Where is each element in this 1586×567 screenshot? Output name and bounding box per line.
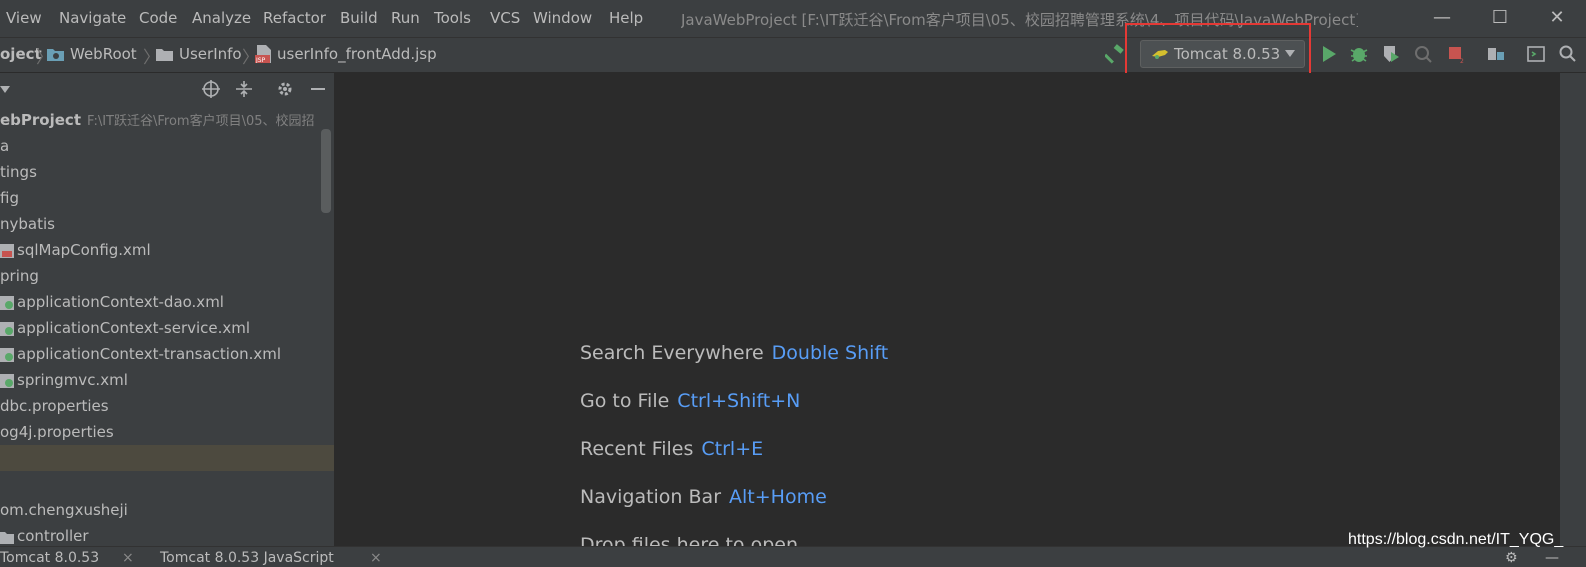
web-folder-icon [47, 49, 64, 61]
right-tool-strip [1560, 73, 1586, 548]
hide-panel-icon[interactable]: — [1545, 550, 1559, 566]
project-scrollbar[interactable] [321, 129, 331, 213]
tree-item[interactable]: pring [0, 263, 39, 289]
menu-analyze[interactable]: Analyze [192, 9, 251, 27]
gear-icon[interactable] [276, 80, 294, 98]
menu-help[interactable]: Help [609, 9, 643, 27]
run-icon[interactable] [1319, 44, 1339, 64]
hint-recent-files: Recent Files Ctrl+E [580, 438, 764, 460]
tab-tomcat-log[interactable]: Tomcat 8.0.53 [0, 550, 99, 566]
tab-tomcat-javascript[interactable]: Tomcat 8.0.53 JavaScript [160, 550, 334, 566]
debug-bug-icon[interactable] [1349, 44, 1369, 64]
tree-item-xml[interactable]: sqlMapConfig.xml [0, 237, 151, 263]
stop-icon[interactable]: 2 [1446, 44, 1466, 64]
menu-refactor[interactable]: Refactor [263, 9, 326, 27]
project-structure-icon[interactable] [1486, 44, 1506, 64]
hide-panel-icon[interactable] [309, 80, 327, 98]
tree-root-project[interactable]: ebProject F:\IT跃迁谷\From客户项目\05、校园招 [0, 107, 315, 133]
spring-xml-icon [0, 347, 14, 362]
tree-item-xml[interactable]: applicationContext-dao.xml [0, 289, 224, 315]
editor-area[interactable]: Search Everywhere Double Shift Go to File… [335, 73, 1560, 556]
folder-icon [0, 531, 14, 544]
watermark-text: https://blog.csdn.net/IT_YQG_ [1348, 531, 1564, 548]
breadcrumb-userinfo[interactable]: UserInfo [179, 45, 242, 63]
tree-item-xml[interactable]: springmvc.xml [0, 367, 128, 393]
menu-vcs[interactable]: VCS [490, 9, 520, 27]
hint-search-everywhere: Search Everywhere Double Shift [580, 342, 889, 364]
tree-item[interactable]: fig [0, 185, 19, 211]
hint-navigation-bar: Navigation Bar Alt+Home [580, 486, 827, 508]
shortcut: Double Shift [771, 342, 889, 364]
close-icon[interactable]: ✕ [1543, 6, 1571, 30]
spring-xml-icon [0, 373, 14, 388]
bottom-tool-tabs: Tomcat 8.0.53 × Tomcat 8.0.53 JavaScript… [0, 546, 1586, 567]
menu-run[interactable]: Run [391, 9, 420, 27]
shortcut: Ctrl+E [701, 438, 764, 460]
maximize-icon[interactable]: ☐ [1486, 6, 1514, 30]
hint-go-to-file: Go to File Ctrl+Shift+N [580, 390, 801, 412]
svg-text:JSP: JSP [255, 57, 266, 63]
folder-icon [156, 49, 173, 61]
menu-view[interactable]: View [6, 9, 42, 27]
locate-file-icon[interactable] [202, 80, 220, 98]
tree-item[interactable]: a [0, 133, 9, 159]
menu-navigate[interactable]: Navigate [59, 9, 126, 27]
shortcut: Alt+Home [729, 486, 827, 508]
menu-code[interactable]: Code [139, 9, 177, 27]
tab-close-icon[interactable]: × [370, 550, 382, 566]
project-tool-window: ebProject F:\IT跃迁谷\From客户项目\05、校园招 a ting… [0, 73, 335, 548]
run-with-coverage-icon[interactable] [1381, 44, 1401, 64]
breadcrumb-webroot[interactable]: WebRoot [70, 45, 137, 63]
project-panel-header [0, 73, 334, 105]
menu-tools[interactable]: Tools [434, 9, 471, 27]
collapse-all-icon[interactable] [235, 80, 253, 98]
menu-window[interactable]: Window [533, 9, 592, 27]
menu-build[interactable]: Build [340, 9, 378, 27]
tree-item[interactable]: dbc.properties [0, 393, 109, 419]
shortcut: Ctrl+Shift+N [677, 390, 801, 412]
spring-xml-icon [0, 321, 14, 336]
search-icon[interactable] [1558, 44, 1578, 64]
selected-tree-row[interactable] [0, 445, 334, 471]
tree-root-path: F:\IT跃迁谷\From客户项目\05、校园招 [86, 114, 315, 129]
gear-icon[interactable]: ⚙ [1505, 550, 1518, 566]
tab-close-icon[interactable]: × [122, 550, 134, 566]
tree-item[interactable]: nybatis [0, 211, 55, 237]
build-hammer-icon[interactable] [1105, 44, 1125, 64]
spring-xml-icon [0, 295, 14, 310]
tree-item-xml[interactable]: applicationContext-service.xml [0, 315, 250, 341]
jsp-file-icon: JSP [255, 45, 271, 63]
tree-item-folder[interactable]: controller [0, 523, 89, 548]
menu-bar: View Navigate Code Analyze Refactor Buil… [0, 0, 1586, 38]
terminal-icon[interactable] [1526, 44, 1546, 64]
svg-text:2: 2 [1460, 58, 1464, 64]
xml-file-icon [0, 243, 14, 258]
tree-item-xml[interactable]: applicationContext-transaction.xml [0, 341, 281, 367]
breadcrumb-file[interactable]: userInfo_frontAdd.jsp [277, 45, 437, 63]
tree-item[interactable]: og4j.properties [0, 419, 114, 445]
tree-item-package[interactable]: om.chengxusheji [0, 497, 128, 523]
panel-view-dropdown-icon[interactable] [0, 86, 10, 93]
minimize-icon[interactable]: — [1428, 6, 1456, 30]
tree-item[interactable]: tings [0, 159, 37, 185]
profiler-icon[interactable] [1413, 44, 1433, 64]
